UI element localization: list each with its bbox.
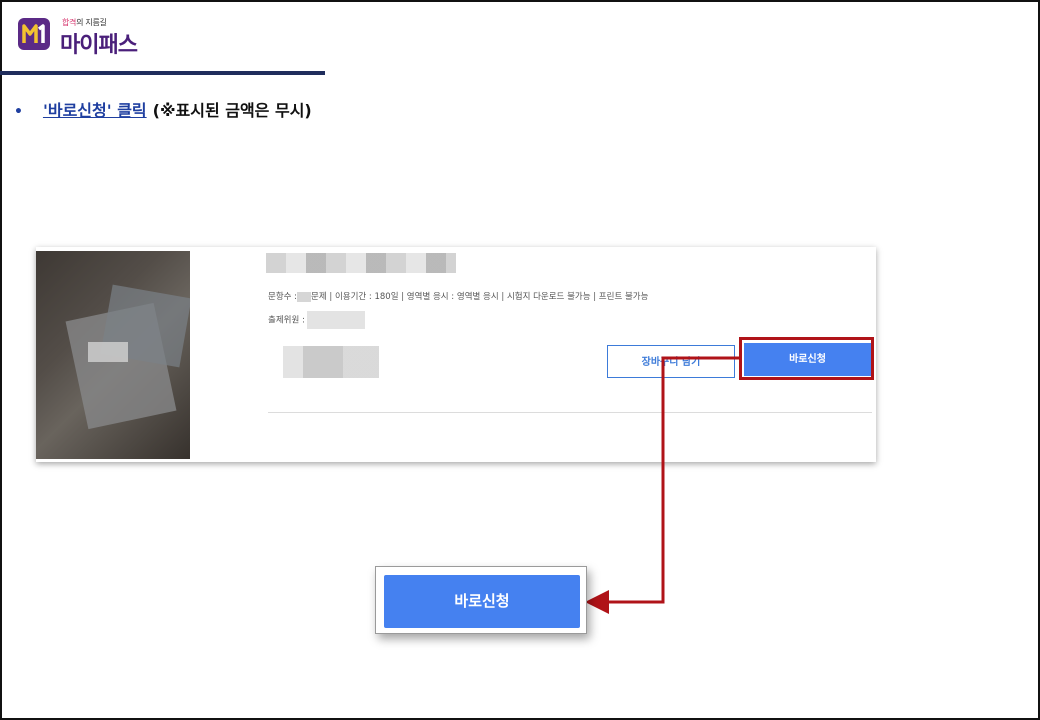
apply-now-button-large[interactable]: 바로신청 bbox=[384, 575, 580, 628]
zoom-callout: 바로신청 bbox=[375, 566, 587, 634]
